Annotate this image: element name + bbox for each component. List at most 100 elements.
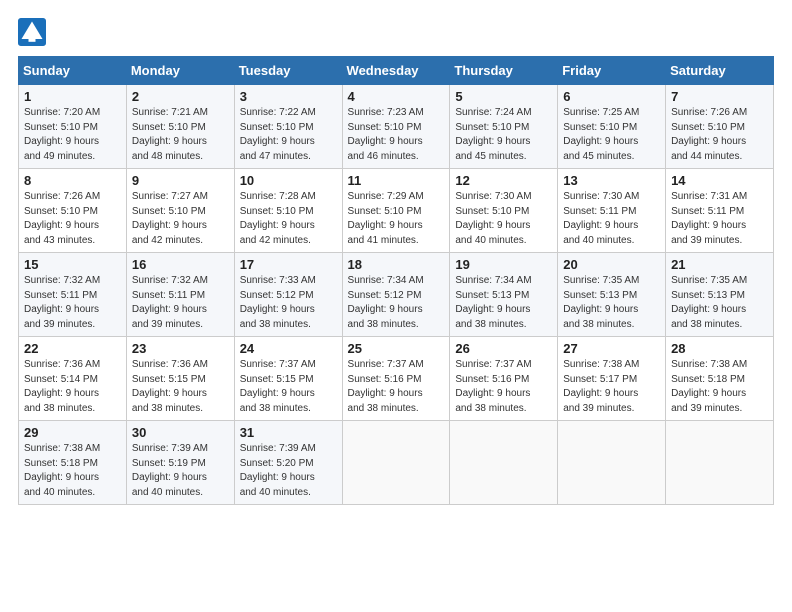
day-number: 24 [240, 341, 337, 356]
day-number: 30 [132, 425, 229, 440]
calendar-cell: 11 Sunrise: 7:29 AM Sunset: 5:10 PM Dayli… [342, 169, 450, 253]
calendar-cell: 8 Sunrise: 7:26 AM Sunset: 5:10 PM Daylig… [19, 169, 127, 253]
week-row-1: 1 Sunrise: 7:20 AM Sunset: 5:10 PM Daylig… [19, 85, 774, 169]
cell-info: Sunrise: 7:32 AM Sunset: 5:11 PM Dayligh… [24, 274, 121, 332]
day-number: 20 [563, 257, 660, 272]
day-number: 28 [671, 341, 768, 356]
calendar-cell [342, 421, 450, 505]
cell-info: Sunrise: 7:32 AM Sunset: 5:11 PM Dayligh… [132, 274, 229, 332]
calendar-cell: 9 Sunrise: 7:27 AM Sunset: 5:10 PM Daylig… [126, 169, 234, 253]
calendar-cell: 23 Sunrise: 7:36 AM Sunset: 5:15 PM Dayli… [126, 337, 234, 421]
day-number: 5 [455, 89, 552, 104]
header-cell-wednesday: Wednesday [342, 57, 450, 85]
header-cell-monday: Monday [126, 57, 234, 85]
day-number: 11 [348, 173, 445, 188]
day-number: 7 [671, 89, 768, 104]
calendar-cell: 28 Sunrise: 7:38 AM Sunset: 5:18 PM Dayli… [666, 337, 774, 421]
day-number: 3 [240, 89, 337, 104]
calendar-cell: 27Sunrise: 7:38 AM Sunset: 5:17 PM Dayli… [558, 337, 666, 421]
calendar-cell: 12Sunrise: 7:30 AM Sunset: 5:10 PM Dayli… [450, 169, 558, 253]
cell-info: Sunrise: 7:39 AM Sunset: 5:19 PM Dayligh… [132, 442, 229, 500]
day-number: 26 [455, 341, 552, 356]
day-number: 14 [671, 173, 768, 188]
cell-info: Sunrise: 7:23 AM Sunset: 5:10 PM Dayligh… [348, 106, 445, 164]
header-cell-saturday: Saturday [666, 57, 774, 85]
calendar-cell: 21 Sunrise: 7:35 AM Sunset: 5:13 PM Dayli… [666, 253, 774, 337]
cell-info: Sunrise: 7:38 AM Sunset: 5:18 PM Dayligh… [671, 358, 768, 416]
page: SundayMondayTuesdayWednesdayThursdayFrid… [0, 0, 792, 515]
calendar-cell [666, 421, 774, 505]
week-row-5: 29Sunrise: 7:38 AM Sunset: 5:18 PM Dayli… [19, 421, 774, 505]
logo [18, 18, 50, 46]
cell-info: Sunrise: 7:39 AM Sunset: 5:20 PM Dayligh… [240, 442, 337, 500]
cell-info: Sunrise: 7:37 AM Sunset: 5:16 PM Dayligh… [348, 358, 445, 416]
calendar-cell: 2Sunrise: 7:21 AM Sunset: 5:10 PM Daylig… [126, 85, 234, 169]
calendar-cell: 17Sunrise: 7:33 AM Sunset: 5:12 PM Dayli… [234, 253, 342, 337]
cell-info: Sunrise: 7:24 AM Sunset: 5:10 PM Dayligh… [455, 106, 552, 164]
day-number: 25 [348, 341, 445, 356]
cell-info: Sunrise: 7:36 AM Sunset: 5:15 PM Dayligh… [132, 358, 229, 416]
day-number: 1 [24, 89, 121, 104]
calendar-cell: 20 Sunrise: 7:35 AM Sunset: 5:13 PM Dayli… [558, 253, 666, 337]
calendar-cell: 15 Sunrise: 7:32 AM Sunset: 5:11 PM Dayli… [19, 253, 127, 337]
calendar-cell: 22 Sunrise: 7:36 AM Sunset: 5:14 PM Dayli… [19, 337, 127, 421]
calendar-cell: 26 Sunrise: 7:37 AM Sunset: 5:16 PM Dayli… [450, 337, 558, 421]
calendar-cell: 16 Sunrise: 7:32 AM Sunset: 5:11 PM Dayli… [126, 253, 234, 337]
calendar-cell: 7Sunrise: 7:26 AM Sunset: 5:10 PM Daylig… [666, 85, 774, 169]
cell-info: Sunrise: 7:34 AM Sunset: 5:12 PM Dayligh… [348, 274, 445, 332]
day-number: 4 [348, 89, 445, 104]
day-number: 13 [563, 173, 660, 188]
calendar-cell: 25 Sunrise: 7:37 AM Sunset: 5:16 PM Dayli… [342, 337, 450, 421]
day-number: 18 [348, 257, 445, 272]
cell-info: Sunrise: 7:31 AM Sunset: 5:11 PM Dayligh… [671, 190, 768, 248]
calendar-cell: 30 Sunrise: 7:39 AM Sunset: 5:19 PM Dayli… [126, 421, 234, 505]
day-number: 29 [24, 425, 121, 440]
week-row-2: 8 Sunrise: 7:26 AM Sunset: 5:10 PM Daylig… [19, 169, 774, 253]
day-number: 16 [132, 257, 229, 272]
cell-info: Sunrise: 7:35 AM Sunset: 5:13 PM Dayligh… [671, 274, 768, 332]
cell-info: Sunrise: 7:36 AM Sunset: 5:14 PM Dayligh… [24, 358, 121, 416]
cell-info: Sunrise: 7:29 AM Sunset: 5:10 PM Dayligh… [348, 190, 445, 248]
cell-info: Sunrise: 7:35 AM Sunset: 5:13 PM Dayligh… [563, 274, 660, 332]
day-number: 15 [24, 257, 121, 272]
cell-info: Sunrise: 7:27 AM Sunset: 5:10 PM Dayligh… [132, 190, 229, 248]
calendar-cell [558, 421, 666, 505]
week-row-4: 22 Sunrise: 7:36 AM Sunset: 5:14 PM Dayli… [19, 337, 774, 421]
calendar-cell [450, 421, 558, 505]
cell-info: Sunrise: 7:20 AM Sunset: 5:10 PM Dayligh… [24, 106, 121, 164]
cell-info: Sunrise: 7:34 AM Sunset: 5:13 PM Dayligh… [455, 274, 552, 332]
cell-info: Sunrise: 7:21 AM Sunset: 5:10 PM Dayligh… [132, 106, 229, 164]
day-number: 9 [132, 173, 229, 188]
calendar-table: SundayMondayTuesdayWednesdayThursdayFrid… [18, 56, 774, 505]
cell-info: Sunrise: 7:37 AM Sunset: 5:16 PM Dayligh… [455, 358, 552, 416]
calendar-cell: 6Sunrise: 7:25 AM Sunset: 5:10 PM Daylig… [558, 85, 666, 169]
day-number: 23 [132, 341, 229, 356]
calendar-cell: 29Sunrise: 7:38 AM Sunset: 5:18 PM Dayli… [19, 421, 127, 505]
day-number: 21 [671, 257, 768, 272]
day-number: 10 [240, 173, 337, 188]
day-number: 8 [24, 173, 121, 188]
cell-info: Sunrise: 7:25 AM Sunset: 5:10 PM Dayligh… [563, 106, 660, 164]
calendar-cell: 24 Sunrise: 7:37 AM Sunset: 5:15 PM Dayli… [234, 337, 342, 421]
calendar-cell: 1 Sunrise: 7:20 AM Sunset: 5:10 PM Daylig… [19, 85, 127, 169]
day-number: 12 [455, 173, 552, 188]
day-number: 31 [240, 425, 337, 440]
day-number: 19 [455, 257, 552, 272]
calendar-cell: 13Sunrise: 7:30 AM Sunset: 5:11 PM Dayli… [558, 169, 666, 253]
day-number: 17 [240, 257, 337, 272]
calendar-cell: 3Sunrise: 7:22 AM Sunset: 5:10 PM Daylig… [234, 85, 342, 169]
calendar-cell: 31 Sunrise: 7:39 AM Sunset: 5:20 PM Dayli… [234, 421, 342, 505]
calendar-cell: 19 Sunrise: 7:34 AM Sunset: 5:13 PM Dayli… [450, 253, 558, 337]
header-cell-sunday: Sunday [19, 57, 127, 85]
logo-icon [18, 18, 46, 46]
header [18, 18, 774, 46]
day-number: 22 [24, 341, 121, 356]
cell-info: Sunrise: 7:37 AM Sunset: 5:15 PM Dayligh… [240, 358, 337, 416]
header-cell-thursday: Thursday [450, 57, 558, 85]
cell-info: Sunrise: 7:26 AM Sunset: 5:10 PM Dayligh… [24, 190, 121, 248]
day-number: 27 [563, 341, 660, 356]
calendar-cell: 14 Sunrise: 7:31 AM Sunset: 5:11 PM Dayli… [666, 169, 774, 253]
calendar-cell: 4 Sunrise: 7:23 AM Sunset: 5:10 PM Daylig… [342, 85, 450, 169]
week-row-3: 15 Sunrise: 7:32 AM Sunset: 5:11 PM Dayli… [19, 253, 774, 337]
header-cell-friday: Friday [558, 57, 666, 85]
